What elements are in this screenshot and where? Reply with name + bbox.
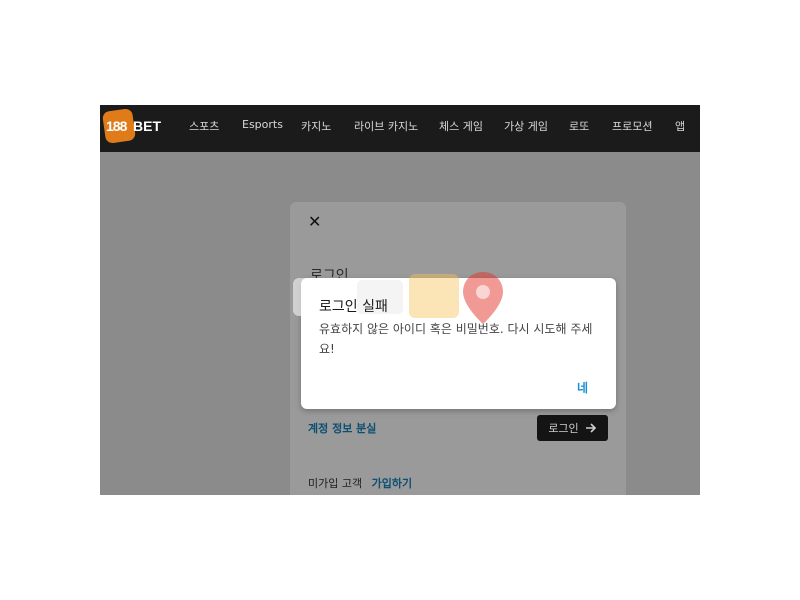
arrow-right-icon xyxy=(585,423,596,433)
top-navbar: 188 BET 스포츠 Esports 카지노 라이브 카지노 체스 게임 가상… xyxy=(100,105,700,152)
nav-item-promotion[interactable]: 프로모션 xyxy=(612,118,652,134)
nav-item-app[interactable]: 앱 xyxy=(675,118,685,134)
brand-logo[interactable]: 188 BET xyxy=(101,108,161,144)
dialog-title: 로그인 실패 xyxy=(319,299,388,315)
login-button[interactable]: 로그인 xyxy=(537,415,608,441)
app-frame: 188 BET 스포츠 Esports 카지노 라이브 카지노 체스 게임 가상… xyxy=(100,105,700,495)
signup-link[interactable]: 가입하기 xyxy=(372,477,412,490)
nav-item-chess-game[interactable]: 체스 게임 xyxy=(439,118,483,134)
nav-item-virtual-game[interactable]: 가상 게임 xyxy=(504,118,548,134)
login-failed-dialog: 로그인 실패 유효하지 않은 아이디 혹은 비밀번호. 다시 시도해 주세요! … xyxy=(301,278,616,409)
dialog-message: 유효하지 않은 아이디 혹은 비밀번호. 다시 시도해 주세요! xyxy=(319,322,593,356)
nav-item-lotto[interactable]: 로또 xyxy=(569,118,589,134)
signup-row: 미가입 고객 가입하기 xyxy=(308,475,412,491)
logo-number: 188 xyxy=(106,118,127,134)
login-button-label: 로그인 xyxy=(548,422,579,435)
dialog-ok-button[interactable]: 네 xyxy=(577,379,588,396)
close-icon[interactable]: ✕ xyxy=(308,212,321,231)
nav-item-esports[interactable]: Esports xyxy=(242,118,283,131)
nav-item-casino[interactable]: 카지노 xyxy=(301,118,331,134)
nav-item-live-casino[interactable]: 라이브 카지노 xyxy=(354,118,418,134)
nav-item-sports[interactable]: 스포츠 xyxy=(189,118,219,134)
signup-prompt: 미가입 고객 xyxy=(308,477,363,490)
logo-text: BET xyxy=(133,118,161,134)
forgot-account-link[interactable]: 계정 정보 분실 xyxy=(308,420,376,436)
